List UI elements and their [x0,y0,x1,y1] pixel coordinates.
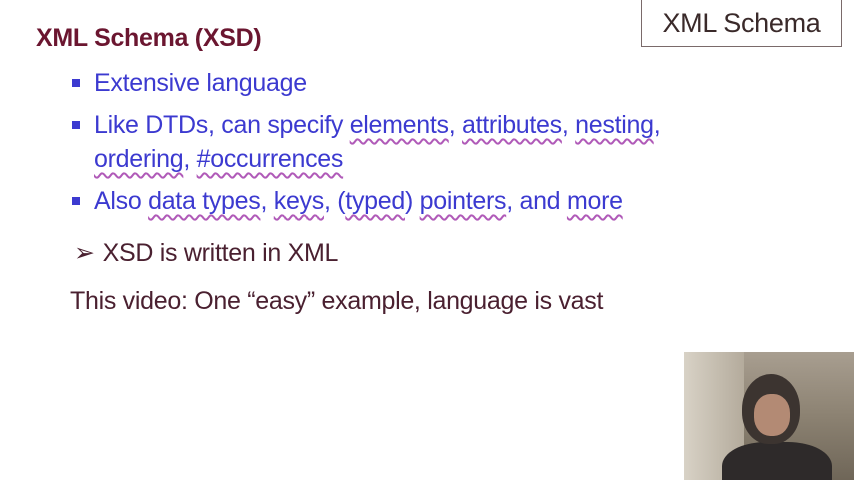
bullet-item: Also data types, keys, (typed) pointers,… [68,184,754,218]
arrow-right-icon: ➢ [74,239,95,267]
bullet-text: , and [506,187,567,215]
annotated-term: pointers [419,187,507,215]
bullet-text: , [183,145,197,173]
square-bullet-icon [72,121,80,129]
bullet-text: , [561,111,576,139]
slide: XML Schema XML Schema (XSD) Extensive la… [0,0,854,480]
annotated-term: typed [345,187,405,215]
bullet-item: Like DTDs, can specify elements, attribu… [68,108,754,176]
arrow-item: ➢ XSD is written in XML [74,238,338,268]
bullet-list: Extensive language Like DTDs, can specify… [68,66,754,226]
presenter-body [722,442,832,480]
bullet-text: Like DTDs, can specify [94,111,350,139]
slide-title-box: XML Schema [641,0,842,47]
annotated-term: attributes [462,111,562,139]
square-bullet-icon [72,79,80,87]
square-bullet-icon [72,197,80,205]
bullet-text: , [448,111,463,139]
slide-heading: XML Schema (XSD) [36,24,262,52]
bullet-text: Extensive language [94,69,307,97]
bullet-text: , [653,111,661,139]
bullet-text: Also [94,187,149,215]
annotated-term: ordering [94,145,184,173]
bullet-text: , [260,187,274,215]
annotated-term: more [566,187,623,215]
bullet-text: ) [404,187,420,215]
bullet-item: Extensive language [68,66,754,100]
annotated-term: #occurrences [196,145,344,173]
annotated-term: nesting [575,111,654,139]
slide-note: This video: One “easy” example, language… [70,287,604,315]
slide-title: XML Schema [662,7,821,38]
bullet-text: , ( [323,187,346,215]
annotated-term: data types [148,187,261,215]
annotated-term: elements [349,111,449,139]
presenter-face [754,394,790,436]
arrow-item-text: XSD is written in XML [102,239,339,267]
presenter-video [684,352,854,480]
annotated-term: keys [273,187,325,215]
